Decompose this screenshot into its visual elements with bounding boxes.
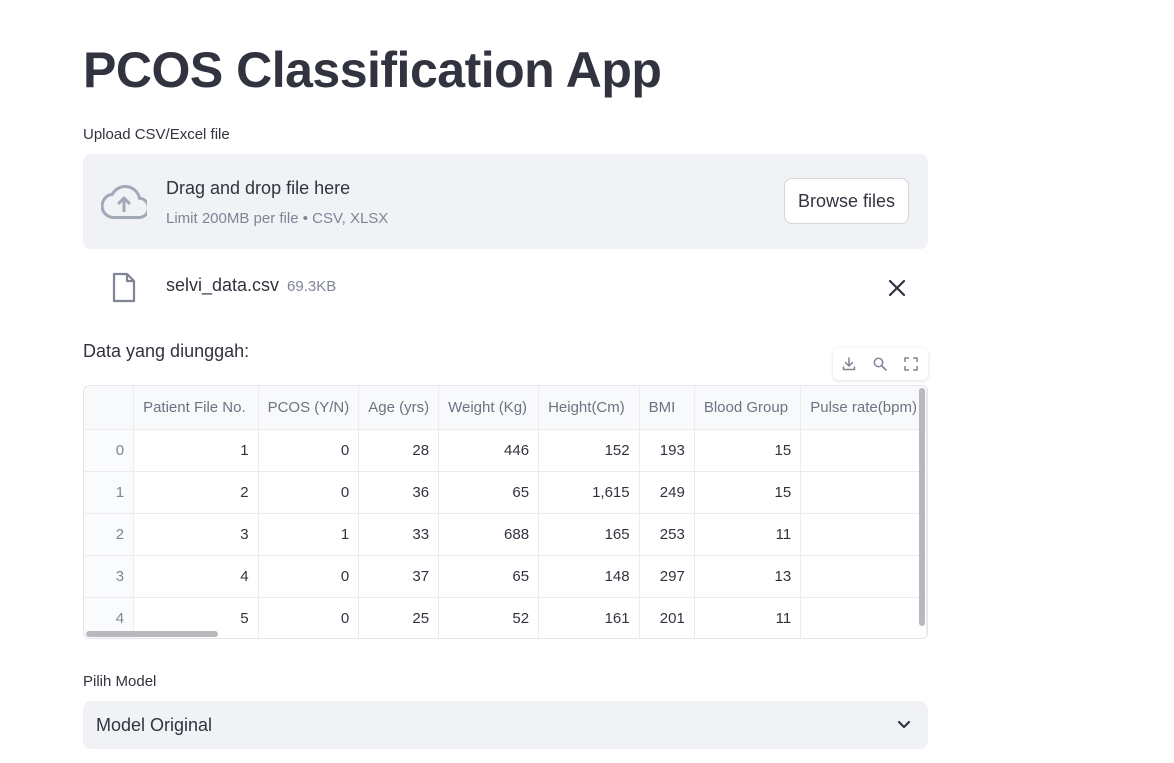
table-row: 1 2 0 36 65 1,615 249 15 (84, 471, 927, 514)
table-cell[interactable]: 13 (694, 555, 802, 598)
column-header[interactable]: Pulse rate(bpm) (800, 386, 927, 430)
table-cell[interactable]: 1 (258, 513, 360, 556)
table-cell[interactable]: 0 (258, 471, 360, 514)
close-icon[interactable] (888, 279, 906, 297)
table-cell[interactable]: 11 (694, 513, 802, 556)
vertical-scrollbar[interactable] (919, 388, 925, 626)
table-cell[interactable]: 0 (258, 429, 360, 472)
table-cell[interactable]: 28 (358, 429, 440, 472)
table-cell[interactable]: 2 (133, 471, 259, 514)
row-index: 2 (84, 513, 135, 556)
horizontal-scrollbar[interactable] (86, 631, 218, 637)
file-dropzone[interactable]: Drag and drop file here Limit 200MB per … (83, 154, 928, 249)
file-name: selvi_data.csv (166, 275, 280, 295)
table-cell[interactable]: 33 (358, 513, 440, 556)
model-select[interactable]: Model Original (83, 701, 928, 749)
table-cell[interactable]: 4 (133, 555, 259, 598)
search-icon[interactable] (872, 356, 888, 372)
page-title: PCOS Classification App (83, 42, 662, 98)
table-cell[interactable] (800, 513, 927, 556)
model-select-value: Model Original (96, 715, 213, 735)
table-row: 2 3 1 33 688 165 253 11 (84, 513, 927, 556)
table-cell[interactable]: 0 (258, 597, 360, 638)
index-header (84, 386, 135, 430)
table-cell[interactable] (800, 471, 927, 514)
table-cell[interactable]: 161 (538, 597, 640, 638)
column-header[interactable]: BMI (639, 386, 695, 430)
uploader-label: Upload CSV/Excel file (83, 126, 230, 143)
table-cell[interactable]: 15 (694, 471, 802, 514)
table-cell[interactable]: 11 (694, 597, 802, 638)
table-cell[interactable]: 3 (133, 513, 259, 556)
table-cell[interactable] (800, 429, 927, 472)
table-cell[interactable]: 65 (438, 471, 540, 514)
file-size: 69.3KB (287, 278, 337, 295)
column-header[interactable]: Weight (Kg) (438, 386, 540, 430)
table-cell[interactable]: 249 (639, 471, 695, 514)
table-cell[interactable] (800, 597, 927, 638)
row-index: 1 (84, 471, 135, 514)
table-cell[interactable]: 1,615 (538, 471, 640, 514)
table-cell[interactable]: 1 (133, 429, 259, 472)
table-row: 3 4 0 37 65 148 297 13 (84, 555, 927, 598)
table-cell[interactable]: 446 (438, 429, 540, 472)
download-icon[interactable] (841, 356, 857, 372)
column-header[interactable]: Height(Cm) (538, 386, 640, 430)
chevron-down-icon (897, 720, 911, 729)
table-cell[interactable]: 148 (538, 555, 640, 598)
column-header[interactable]: Age (yrs) (358, 386, 440, 430)
data-heading: Data yang diunggah: (83, 341, 250, 361)
table-cell[interactable]: 193 (639, 429, 695, 472)
row-index: 3 (84, 555, 135, 598)
fullscreen-icon[interactable] (903, 356, 919, 372)
table-cell[interactable]: 0 (258, 555, 360, 598)
table-cell[interactable]: 37 (358, 555, 440, 598)
file-icon (112, 272, 136, 303)
table-cell[interactable]: 152 (538, 429, 640, 472)
dataframe-toolbar (833, 348, 928, 380)
table-row: 0 1 0 28 446 152 193 15 (84, 429, 927, 472)
dropzone-instructions: Drag and drop file here (166, 178, 351, 198)
table-cell[interactable]: 15 (694, 429, 802, 472)
cloud-upload-icon (101, 184, 147, 219)
table-cell[interactable]: 65 (438, 555, 540, 598)
table-cell[interactable]: 165 (538, 513, 640, 556)
browse-files-button[interactable]: Browse files (784, 178, 909, 224)
table-cell[interactable]: 25 (358, 597, 440, 638)
model-select-label: Pilih Model (83, 673, 157, 690)
column-header[interactable]: Blood Group (694, 386, 802, 430)
table-header-row: Patient File No. PCOS (Y/N) Age (yrs) Weigh… (84, 386, 927, 430)
table-cell[interactable]: 52 (438, 597, 540, 638)
table-cell[interactable] (800, 555, 927, 598)
dropzone-limit: Limit 200MB per file • CSV, XLSX (166, 210, 389, 227)
table-cell[interactable]: 688 (438, 513, 540, 556)
table-cell[interactable]: 253 (639, 513, 695, 556)
table-cell[interactable]: 297 (639, 555, 695, 598)
table-cell[interactable]: 201 (639, 597, 695, 638)
dataframe[interactable]: Patient File No. PCOS (Y/N) Age (yrs) Weigh… (83, 385, 928, 639)
row-index: 0 (84, 429, 135, 472)
table-cell[interactable]: 36 (358, 471, 440, 514)
column-header[interactable]: Patient File No. (133, 386, 259, 430)
uploaded-file-row: selvi_data.csv 69.3KB (83, 265, 928, 309)
column-header[interactable]: PCOS (Y/N) (258, 386, 360, 430)
